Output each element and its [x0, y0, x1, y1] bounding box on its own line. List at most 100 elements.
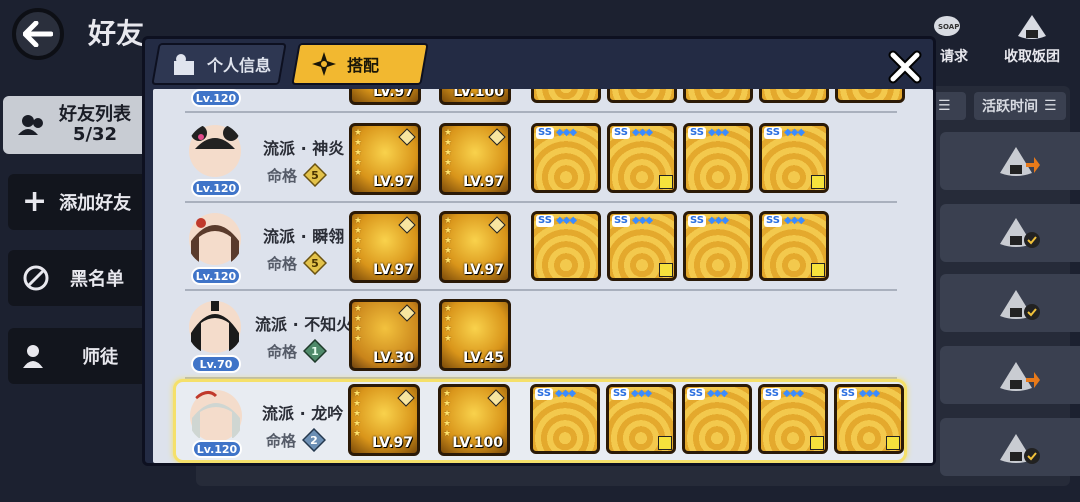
- character-avatar[interactable]: [187, 299, 243, 355]
- avatar-level-badge: Lv.120: [191, 267, 241, 285]
- accessory-slot[interactable]: SS ◆◆◆: [683, 123, 753, 193]
- gem-icons: ◆◆◆: [708, 127, 729, 138]
- weapon-slot[interactable]: LV.100: [439, 89, 511, 105]
- accessory-slot[interactable]: SS ◆◆◆: [759, 123, 829, 193]
- back-arrow-icon: [23, 21, 53, 47]
- mingge-label: 命格: [267, 254, 298, 273]
- accessory-slot[interactable]: SS ◆◆◆: [683, 211, 753, 281]
- weapon-stars: ★ ★ ★ ★ ★: [354, 216, 363, 266]
- school-name: 流派 · 瞬翎: [263, 227, 345, 246]
- menu-icon: ☰: [938, 98, 951, 114]
- weapon-level: LV.97: [463, 262, 504, 278]
- gem-icons: ◆◆◆: [784, 127, 805, 138]
- mingge-rank: 5: [311, 257, 319, 270]
- accessory-slot[interactable]: SS ◆◆◆: [607, 211, 677, 281]
- mingge-rank-icon: 5: [303, 163, 328, 187]
- accessory-slot[interactable]: SS ◆◆◆: [607, 123, 677, 193]
- upgrade-icon: [658, 436, 672, 450]
- accessory-slot[interactable]: SS ◆◆◆: [759, 211, 829, 281]
- send-rice-icon[interactable]: [998, 360, 1040, 394]
- avatar-level-badge: Lv.120: [191, 179, 241, 197]
- tab-loadout[interactable]: 搭配: [291, 43, 429, 85]
- block-icon: [23, 265, 49, 291]
- accessory-slot[interactable]: SS ◆◆◆: [606, 384, 676, 454]
- weapon-slot[interactable]: ★ ★ ★ ★ ★ LV.97: [349, 123, 421, 195]
- gem-icons: ◆◆◆: [556, 215, 577, 226]
- sort-activity-button[interactable]: 活跃时间 ☰: [974, 92, 1066, 120]
- friends-icon: [18, 115, 43, 135]
- accessory-slot[interactable]: SS ◆◆◆: [758, 384, 828, 454]
- weapon-slot[interactable]: LV.97: [349, 89, 421, 105]
- tab-personal-info[interactable]: 个人信息: [151, 43, 287, 85]
- weapon-level: LV.100: [452, 435, 503, 451]
- accessory-slot[interactable]: SS ◆◆◆: [531, 211, 601, 281]
- weapon-slot[interactable]: ★ ★ ★ ★ LV.30: [349, 299, 421, 371]
- master-label: 师徒: [82, 347, 118, 368]
- accessory-slot[interactable]: [607, 89, 677, 103]
- sidebar-item-master[interactable]: 师徒: [8, 328, 158, 384]
- sidebar-item-add-friend[interactable]: + 添加好友: [8, 174, 158, 230]
- weapon-slot[interactable]: ★ ★ ★ ★ ★ LV.97: [348, 384, 420, 456]
- sidebar-item-blacklist[interactable]: 黑名单: [8, 250, 158, 306]
- tab-loadout-label: 搭配: [347, 56, 380, 75]
- loadout-row: Lv.70 流派 · 不知火 命格 1 ★ ★ ★ ★ LV.30 ★ ★ ★ ★ LV.45: [177, 293, 897, 379]
- weapon-slot[interactable]: ★ ★ ★ ★ ★ LV.100: [438, 384, 510, 456]
- gem-icons: ◆◆◆: [631, 388, 652, 399]
- grade-badge: SS: [839, 388, 857, 400]
- weapon-level: LV.30: [373, 350, 414, 366]
- master-icon: [23, 345, 43, 368]
- grade-badge: SS: [536, 127, 554, 139]
- accessory-slot[interactable]: [835, 89, 905, 103]
- accessory-slot[interactable]: [683, 89, 753, 103]
- back-button[interactable]: [12, 8, 64, 60]
- gem-icons: ◆◆◆: [632, 215, 653, 226]
- accessory-slot[interactable]: SS ◆◆◆: [682, 384, 752, 454]
- mingge-rank-icon: 1: [303, 339, 328, 363]
- svg-text:SOAP: SOAP: [938, 23, 959, 31]
- close-icon[interactable]: [885, 47, 925, 87]
- weapon-slot[interactable]: ★ ★ ★ ★ ★ LV.97: [349, 211, 421, 283]
- grade-badge: SS: [763, 388, 781, 400]
- mingge-rank: 1: [311, 345, 319, 358]
- tab-personal-info-label: 个人信息: [207, 56, 272, 75]
- upgrade-icon: [810, 436, 824, 450]
- grade-badge: SS: [688, 127, 706, 139]
- send-rice-icon[interactable]: [998, 145, 1040, 179]
- mingge-label: 命格: [267, 166, 298, 185]
- mingge-label: 命格: [266, 431, 297, 450]
- upgrade-icon: [811, 263, 825, 277]
- accessory-slot[interactable]: [531, 89, 601, 103]
- weapon-slot[interactable]: ★ ★ ★ ★ LV.45: [439, 299, 511, 371]
- loadout-row-selected: Lv.120 流派 · 龙吟 命格 2 ★ ★ ★ ★ ★ LV.97 ★ ★ ★ ★ ★ LV.1…: [173, 379, 907, 463]
- rune-icon: [397, 389, 415, 407]
- weapon-stars: ★ ★ ★ ★ ★: [443, 389, 452, 439]
- grade-badge: SS: [612, 215, 630, 227]
- weapon-slot[interactable]: ★ ★ ★ ★ ★ LV.97: [439, 123, 511, 195]
- grade-badge: SS: [764, 127, 782, 139]
- loadout-list[interactable]: Lv.120 LV.97 LV.100 Lv.120 流派 · 神炎 命格 5 …: [153, 89, 933, 463]
- school-name: 流派 · 不知火: [255, 315, 353, 334]
- sort-activity-label: 活跃时间: [982, 99, 1038, 115]
- rice-sent-icon: [1000, 434, 1040, 464]
- upgrade-icon: [811, 175, 825, 189]
- character-avatar[interactable]: [187, 123, 243, 179]
- character-avatar[interactable]: [187, 211, 243, 267]
- weapon-level: LV.97: [373, 262, 414, 278]
- friend-loadout-modal: 个人信息 搭配 Lv.120 LV.97 LV.100 Lv.120 流派 · …: [142, 36, 936, 466]
- accessory-slot[interactable]: SS ◆◆◆: [530, 384, 600, 454]
- character-avatar[interactable]: [188, 388, 244, 444]
- accessory-slot[interactable]: [759, 89, 829, 103]
- weapon-slot[interactable]: ★ ★ ★ ★ ★ LV.97: [439, 211, 511, 283]
- mingge: 命格 2: [266, 428, 327, 452]
- weapon-stars: ★ ★ ★ ★ ★: [444, 216, 453, 266]
- accessory-slot[interactable]: SS ◆◆◆: [531, 123, 601, 193]
- accessory-slot[interactable]: SS ◆◆◆: [834, 384, 904, 454]
- collect-rice-label: 收取饭团: [1004, 49, 1060, 65]
- avatar-level-badge: Lv.120: [192, 440, 242, 458]
- weapon-level: LV.100: [453, 89, 504, 100]
- gem-icons: ◆◆◆: [555, 388, 576, 399]
- loadout-row: Lv.120 LV.97 LV.100: [177, 89, 905, 113]
- sidebar-item-friend-list[interactable]: 好友列表 5/32: [3, 96, 153, 154]
- upgrade-icon: [886, 436, 900, 450]
- collect-rice-button[interactable]: 收取饭团: [1004, 14, 1060, 66]
